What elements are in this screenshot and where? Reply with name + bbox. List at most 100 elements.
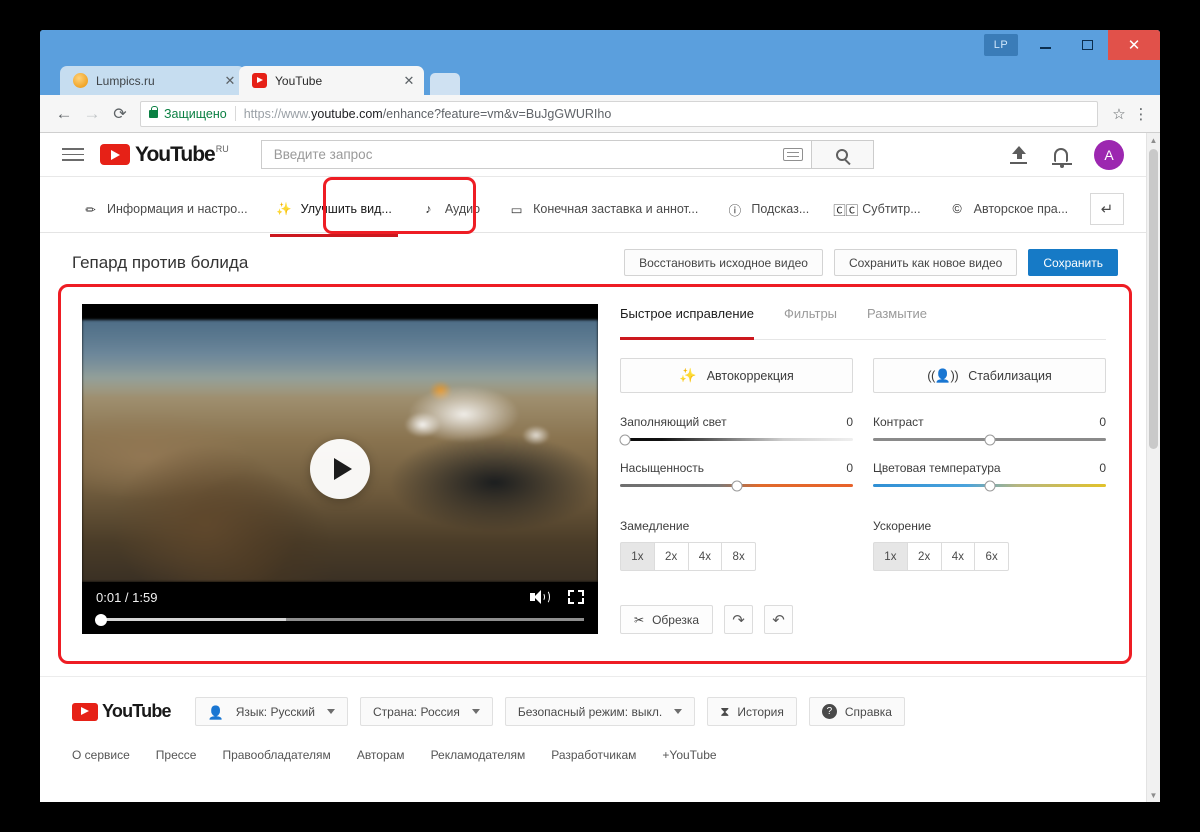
footer-link-creators[interactable]: Авторам: [357, 748, 405, 762]
trim-button[interactable]: ✂ Обрезка: [620, 605, 714, 634]
forward-button[interactable]: →: [78, 100, 106, 128]
maximize-icon: [1081, 40, 1093, 50]
avatar[interactable]: A: [1094, 139, 1124, 170]
tab-label: Подсказ...: [751, 202, 810, 216]
slowdown-option-1x[interactable]: 1x: [620, 542, 655, 571]
youtube-page: YouTube RU Введите запрос A ✏ Информация…: [40, 133, 1146, 802]
footer-link-developers[interactable]: Разработчикам: [551, 748, 636, 762]
rotate-right-button[interactable]: ↷: [724, 605, 754, 634]
speedup-option-4x[interactable]: 4x: [941, 542, 976, 571]
footer-link-plus-youtube[interactable]: +YouTube: [662, 748, 716, 762]
reload-button[interactable]: ⟳: [106, 100, 134, 128]
footer-link-copyright-holders[interactable]: Правообладателям: [222, 748, 330, 762]
desktop-background: LP ✕ Lumpics.ru ✕ YouTube ✕ ← → ⟳ Защище…: [0, 0, 1200, 832]
upload-icon[interactable]: [1010, 145, 1028, 164]
new-tab-button[interactable]: [430, 73, 460, 95]
tab-enhance-video[interactable]: ✨ Улучшить вид...: [262, 190, 406, 237]
tab-info-settings[interactable]: ✏ Информация и настро...: [68, 190, 262, 228]
address-bar[interactable]: Защищено https://www.youtube.com/enhance…: [140, 100, 1098, 127]
bookmark-star-icon[interactable]: ☆: [1106, 105, 1132, 123]
minimize-button[interactable]: [1024, 30, 1066, 60]
rotate-left-button[interactable]: ↶: [764, 605, 794, 634]
scrollbar-thumb[interactable]: [1149, 149, 1158, 449]
footer-youtube-logo[interactable]: YouTube: [72, 701, 172, 722]
close-window-button[interactable]: ✕: [1108, 30, 1160, 60]
slider-value: 0: [846, 461, 853, 475]
slowdown-option-2x[interactable]: 2x: [654, 542, 689, 571]
tab-audio[interactable]: ♪ Аудио: [406, 190, 494, 228]
slider-handle[interactable]: [731, 480, 742, 491]
slider-handle[interactable]: [984, 480, 995, 491]
slider-track[interactable]: [873, 434, 1106, 445]
back-button[interactable]: ←: [50, 100, 78, 128]
slider-value: 0: [1099, 461, 1106, 475]
slider-value: 0: [1099, 415, 1106, 429]
tab-blur[interactable]: Размытие: [867, 306, 927, 330]
history-button[interactable]: ⧗ История: [707, 697, 797, 726]
editor-nav-tabs: ✏ Информация и настро... ✨ Улучшить вид.…: [40, 177, 1146, 237]
search-input[interactable]: Введите запрос: [260, 140, 812, 169]
stabilize-button[interactable]: ((👤)) Стабилизация: [873, 358, 1106, 393]
country-button[interactable]: Страна: Россия: [359, 697, 493, 726]
url-scheme: https://www.: [243, 106, 312, 121]
tab-subtitles[interactable]: 🄲🄲 Субтитр...: [823, 190, 934, 228]
slowdown-option-8x[interactable]: 8x: [722, 542, 756, 571]
quick-action-row: ✨ Автокоррекция ((👤)) Стабилизация: [620, 358, 1106, 393]
youtube-logo[interactable]: YouTube RU: [100, 144, 229, 165]
tab-copyright[interactable]: © Авторское пра...: [935, 190, 1083, 228]
tab-filters[interactable]: Фильтры: [784, 306, 837, 330]
speedup-option-1x[interactable]: 1x: [873, 542, 908, 571]
chrome-menu-icon[interactable]: ⋮: [1132, 105, 1150, 123]
speedup-option-6x[interactable]: 6x: [975, 542, 1009, 571]
slider-track[interactable]: [620, 480, 853, 491]
footer-link-advertisers[interactable]: Рекламодателям: [431, 748, 526, 762]
scroll-up-icon[interactable]: ▲: [1147, 133, 1160, 147]
save-as-new-video-button[interactable]: Сохранить как новое видео: [833, 249, 1018, 276]
speedup-option-2x[interactable]: 2x: [907, 542, 942, 571]
lumpics-favicon-icon: [73, 73, 88, 88]
scroll-down-icon[interactable]: ▼: [1147, 788, 1160, 802]
volume-icon[interactable]: [530, 589, 550, 605]
progress-bar[interactable]: [94, 613, 584, 626]
fullscreen-icon[interactable]: [568, 590, 584, 604]
footer-link-press[interactable]: Прессе: [156, 748, 197, 762]
search-icon: [836, 148, 849, 161]
play-button[interactable]: [310, 439, 370, 499]
autocorrect-label: Автокоррекция: [706, 368, 794, 383]
close-tab-icon[interactable]: ✕: [223, 74, 237, 87]
slider-handle[interactable]: [619, 434, 631, 445]
search-button[interactable]: [811, 140, 874, 169]
slider-handle[interactable]: [984, 434, 995, 445]
tab-label: Улучшить вид...: [300, 202, 392, 216]
slider-label: Заполняющий свет: [620, 415, 727, 429]
browser-tab-lumpics[interactable]: Lumpics.ru ✕: [60, 66, 245, 95]
tab-endscreen-annotations[interactable]: ▭ Конечная заставка и аннот...: [494, 190, 712, 228]
autocorrect-button[interactable]: ✨ Автокоррекция: [620, 358, 853, 393]
footer-link-about[interactable]: О сервисе: [72, 748, 130, 762]
page-scrollbar[interactable]: ▲ ▼: [1146, 133, 1160, 802]
help-button[interactable]: ? Справка: [808, 697, 905, 726]
video-player[interactable]: 0:01 / 1:59: [82, 304, 598, 634]
slider-label-row: Насыщенность 0: [620, 461, 853, 475]
slider-label-row: Заполняющий свет 0: [620, 415, 853, 429]
tab-quick-fixes[interactable]: Быстрое исправление: [620, 306, 754, 340]
close-tab-icon[interactable]: ✕: [402, 74, 416, 87]
slider-grid: Заполняющий свет 0 Контраст 0 Насыщеннос…: [619, 415, 1106, 491]
safe-mode-button[interactable]: Безопасный режим: выкл.: [504, 697, 696, 726]
slider-track[interactable]: [619, 434, 853, 445]
back-arrow-button[interactable]: ↵: [1090, 193, 1124, 225]
maximize-button[interactable]: [1066, 30, 1108, 60]
slider-track[interactable]: [873, 480, 1106, 491]
language-button[interactable]: 👤 Язык: Русский: [194, 697, 348, 726]
restore-original-button[interactable]: Восстановить исходное видео: [624, 249, 823, 276]
progress-handle[interactable]: [94, 613, 107, 626]
guide-menu-icon[interactable]: [62, 144, 84, 165]
cc-icon: 🄲🄲: [833, 203, 859, 218]
browser-tab-youtube[interactable]: YouTube ✕: [239, 66, 424, 95]
slowdown-option-4x[interactable]: 4x: [688, 542, 723, 571]
tab-cards[interactable]: ⓘ Подсказ...: [712, 190, 823, 228]
save-button[interactable]: Сохранить: [1028, 249, 1118, 276]
speedup-group: Ускорение 1x 2x 4x 6x: [873, 519, 1106, 571]
keyboard-icon[interactable]: [782, 148, 803, 161]
bell-icon[interactable]: [1052, 147, 1072, 168]
